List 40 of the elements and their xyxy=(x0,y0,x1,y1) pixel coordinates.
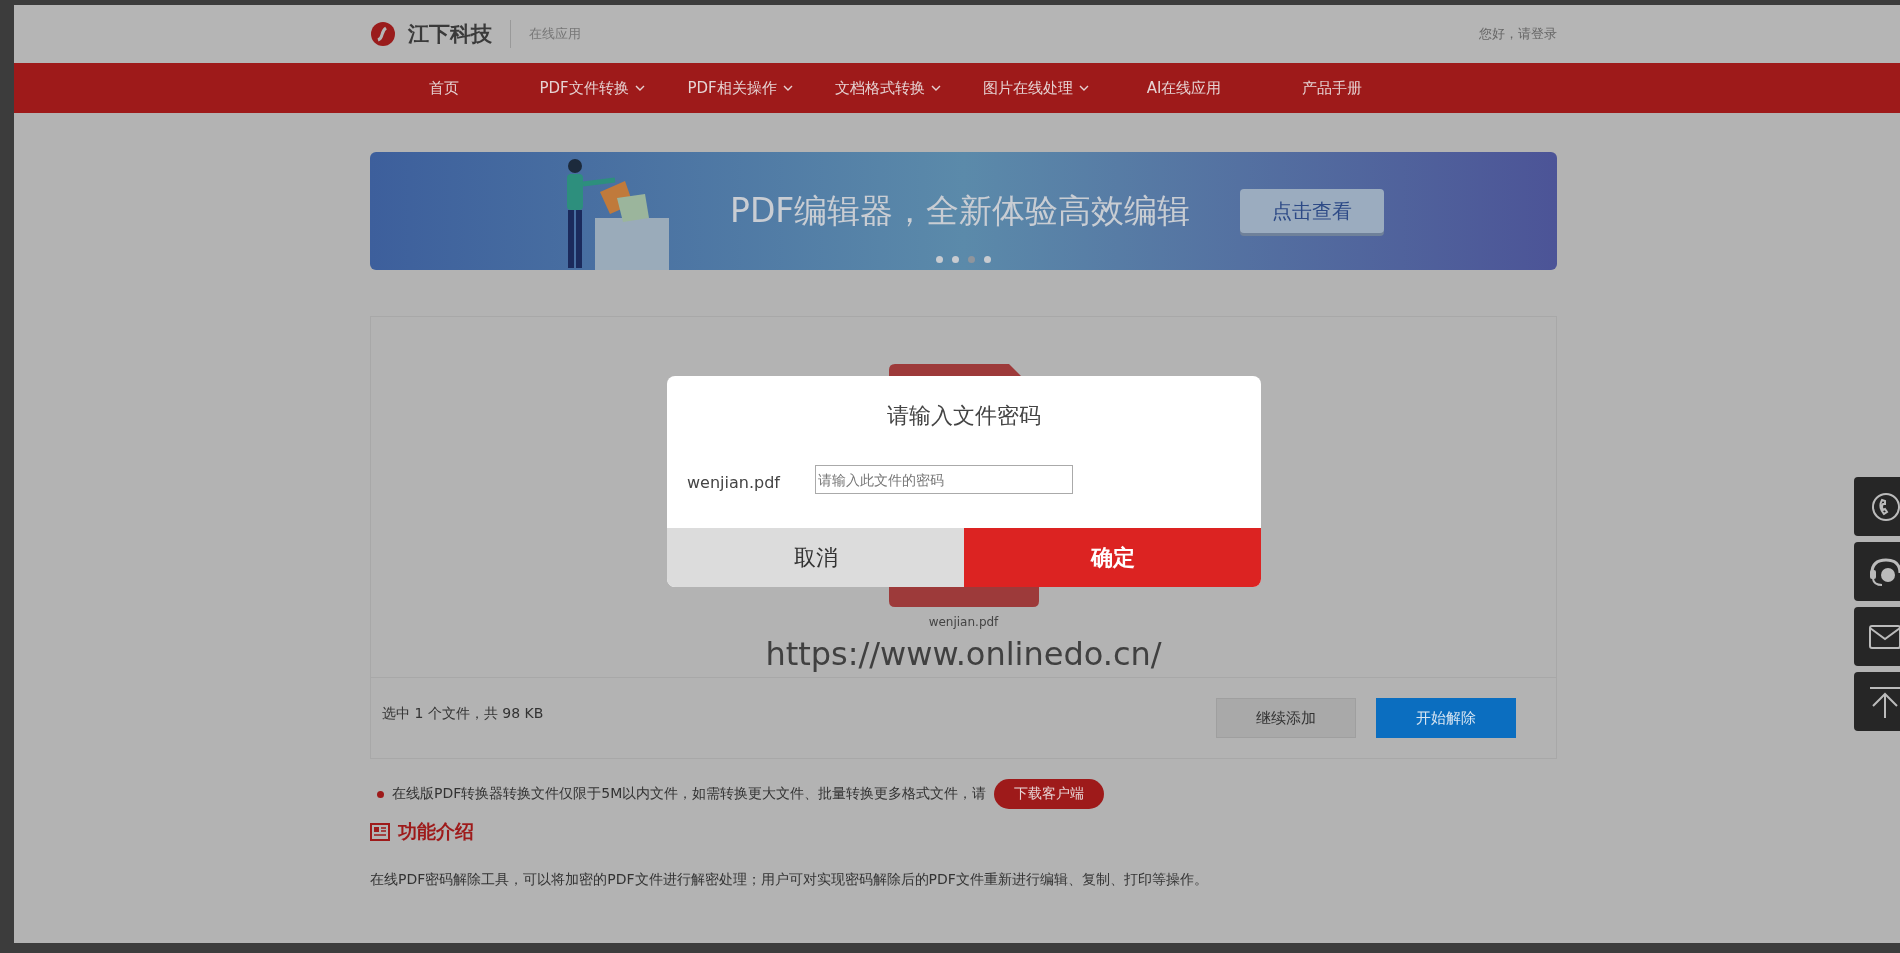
nav-link[interactable]: 产品手册 xyxy=(1302,78,1362,98)
envelope-icon xyxy=(1868,623,1900,650)
password-field[interactable]: 请输入此文件的密码 xyxy=(815,465,1073,494)
nav-link[interactable]: AI在线应用 xyxy=(1146,78,1222,98)
section-title: 功能介绍 xyxy=(398,819,474,844)
view-button[interactable]: 点击查看 xyxy=(1240,189,1385,233)
back-to-top-button[interactable] xyxy=(1854,672,1900,731)
carousel-dot[interactable] xyxy=(952,256,959,263)
newspaper-icon xyxy=(370,823,390,841)
cancel-button[interactable]: 取消 xyxy=(667,528,964,587)
dialog-title: 请输入文件密码 xyxy=(886,402,1042,430)
confirm-button[interactable]: 确定 xyxy=(964,528,1261,587)
promo-banner[interactable]: PDF编辑器，全新体验高效编辑 点击查看 xyxy=(370,152,1557,270)
file-name: wenjian.pdf xyxy=(928,615,999,629)
nav-link[interactable]: PDF文件转换 xyxy=(539,78,629,98)
carousel-dot[interactable] xyxy=(968,256,975,263)
section-description: 在线PDF密码解除工具，可以将加密的PDF文件进行解密处理；用户可对实现密码解除后的PDF文件重新进行编辑、复制、打印等操作。 xyxy=(370,871,1209,889)
add-more-button[interactable]: 继续添加 xyxy=(1216,698,1356,738)
login-link[interactable]: 您好，请登录 xyxy=(1479,25,1557,43)
nav-link[interactable]: PDF相关操作 xyxy=(687,78,777,98)
file-label: wenjian.pdf xyxy=(687,473,782,492)
support-button[interactable] xyxy=(1854,542,1900,601)
notice-text: 在线版PDF转换器转换文件仅限于5M以内文件，如需转换更大文件、批量转换更多格式文件，请 xyxy=(392,785,987,803)
phone-button[interactable] xyxy=(1854,477,1900,536)
carousel-dot[interactable] xyxy=(936,256,943,263)
logo-text[interactable]: 江下科技 xyxy=(408,20,492,48)
site-subtitle: 在线应用 xyxy=(529,25,581,43)
start-button[interactable]: 开始解除 xyxy=(1376,698,1516,738)
file-summary: 选中 1 个文件，共 98 KB xyxy=(382,705,544,723)
nav-link[interactable]: 首页 xyxy=(429,78,459,98)
nav-link[interactable]: 图片在线处理 xyxy=(983,78,1073,98)
bullet-icon xyxy=(377,790,384,798)
download-client-button[interactable]: 下载客户端 xyxy=(994,779,1105,809)
url-text: https://www.onlinedo.cn/ xyxy=(765,635,1162,673)
banner-headline: PDF编辑器，全新体验高效编辑 xyxy=(730,189,1191,232)
logo-icon xyxy=(370,20,396,48)
nav-link[interactable]: 文档格式转换 xyxy=(835,78,925,98)
arrow-up-icon xyxy=(1868,684,1900,719)
carousel-dot[interactable] xyxy=(984,256,991,263)
email-button[interactable] xyxy=(1854,607,1900,666)
